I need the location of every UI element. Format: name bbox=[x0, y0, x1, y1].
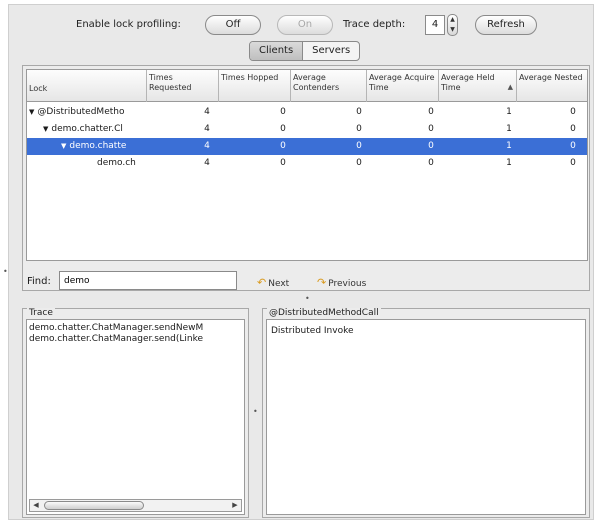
lock-table-panel: Lock Times Requested Times Hopped Averag… bbox=[22, 65, 590, 303]
vertical-splitter-handle-icon[interactable]: • bbox=[253, 407, 258, 416]
lock-cell: ▼ demo.chatte bbox=[61, 138, 147, 155]
avg-held-cell: 1 bbox=[506, 141, 512, 151]
avg-held-cell: 1 bbox=[506, 107, 512, 117]
times-requested-cell: 4 bbox=[204, 158, 210, 168]
table-row[interactable]: ▼ demo.chatter.Cl 4 0 0 0 1 0 bbox=[27, 121, 587, 138]
avg-contenders-cell: 0 bbox=[356, 107, 362, 117]
avg-acquire-cell: 0 bbox=[428, 158, 434, 168]
column-header-times-requested[interactable]: Times Requested bbox=[147, 70, 219, 102]
detail-pane: @DistributedMethodCall Distributed Invok… bbox=[262, 308, 590, 518]
times-hopped-cell: 0 bbox=[280, 158, 286, 168]
avg-acquire-cell: 0 bbox=[428, 141, 434, 151]
tab-servers[interactable]: Servers bbox=[302, 42, 359, 60]
detail-text-area[interactable]: Distributed Invoke bbox=[266, 319, 586, 515]
avg-held-cell: 1 bbox=[506, 124, 512, 134]
previous-button[interactable]: ↷ Previous bbox=[317, 276, 366, 289]
lock-cell: ▼ @DistributedMetho bbox=[29, 104, 147, 121]
scrollbar-thumb[interactable] bbox=[44, 501, 144, 510]
avg-nested-cell: 0 bbox=[570, 124, 576, 134]
off-button[interactable]: Off bbox=[205, 15, 261, 35]
left-splitter-handle-icon[interactable]: • bbox=[3, 267, 8, 276]
trace-depth-label: Trace depth: bbox=[343, 19, 406, 30]
times-requested-cell: 4 bbox=[204, 124, 210, 134]
horizontal-splitter-handle-icon[interactable]: • bbox=[305, 294, 310, 303]
detail-pane-title: @DistributedMethodCall bbox=[267, 308, 381, 318]
trace-depth-field[interactable]: 4 bbox=[425, 15, 445, 35]
avg-nested-cell: 0 bbox=[570, 158, 576, 168]
avg-nested-cell: 0 bbox=[570, 107, 576, 117]
trace-line[interactable]: demo.chatter.ChatManager.send(Linke bbox=[27, 334, 244, 345]
table-row-selected[interactable]: ▼ demo.chatte 4 0 0 0 1 0 bbox=[27, 138, 587, 155]
stepper-down-icon[interactable]: ▼ bbox=[448, 25, 457, 35]
avg-acquire-cell: 0 bbox=[428, 124, 434, 134]
find-input[interactable] bbox=[59, 271, 237, 290]
on-button[interactable]: On bbox=[277, 15, 333, 35]
column-header-times-hopped[interactable]: Times Hopped bbox=[219, 70, 291, 102]
table-row[interactable]: ▼ @DistributedMetho 4 0 0 0 1 0 bbox=[27, 104, 587, 121]
table-header: Lock Times Requested Times Hopped Averag… bbox=[27, 70, 587, 102]
avg-contenders-cell: 0 bbox=[356, 124, 362, 134]
avg-contenders-cell: 0 bbox=[356, 141, 362, 151]
column-header-avg-nested[interactable]: Average Nested bbox=[517, 70, 587, 102]
avg-nested-cell: 0 bbox=[570, 141, 576, 151]
times-hopped-cell: 0 bbox=[280, 141, 286, 151]
column-header-lock[interactable]: Lock bbox=[27, 70, 147, 102]
times-hopped-cell: 0 bbox=[280, 107, 286, 117]
lock-profiling-label: Enable lock profiling: bbox=[76, 19, 181, 30]
column-header-avg-acquire-time[interactable]: Average Acquire Time bbox=[367, 70, 439, 102]
disclosure-expanded-icon[interactable]: ▼ bbox=[43, 121, 48, 138]
toolbar: Enable lock profiling: Off On Trace dept… bbox=[9, 13, 593, 37]
disclosure-expanded-icon[interactable]: ▼ bbox=[29, 104, 34, 121]
trace-line[interactable]: demo.chatter.ChatManager.sendNewM bbox=[27, 323, 244, 334]
times-requested-cell: 4 bbox=[204, 141, 210, 151]
avg-acquire-cell: 0 bbox=[428, 107, 434, 117]
stepper-up-icon[interactable]: ▲ bbox=[448, 15, 457, 25]
lock-table[interactable]: Lock Times Requested Times Hopped Averag… bbox=[26, 69, 588, 261]
avg-held-label: Average Held Time bbox=[441, 73, 495, 92]
detail-text: Distributed Invoke bbox=[271, 326, 354, 336]
table-row[interactable]: demo.ch 4 0 0 0 1 0 bbox=[27, 155, 587, 172]
times-requested-cell: 4 bbox=[204, 107, 210, 117]
disclosure-expanded-icon[interactable]: ▼ bbox=[61, 138, 66, 155]
client-server-tabs: Clients Servers bbox=[249, 41, 361, 61]
next-button[interactable]: ↶ Next bbox=[257, 276, 289, 289]
next-arrow-icon: ↶ bbox=[257, 276, 267, 289]
trace-pane-title: Trace bbox=[27, 308, 55, 318]
trace-pane: Trace demo.chatter.ChatManager.sendNewM … bbox=[22, 308, 249, 518]
lock-profiler-window: Enable lock profiling: Off On Trace dept… bbox=[3, 4, 594, 520]
scroll-left-icon[interactable]: ◀ bbox=[30, 500, 42, 511]
find-label: Find: bbox=[27, 276, 51, 287]
refresh-button[interactable]: Refresh bbox=[475, 15, 537, 35]
column-header-avg-held-time[interactable]: Average Held Time ▲ bbox=[439, 70, 517, 102]
scroll-right-icon[interactable]: ▶ bbox=[229, 500, 241, 511]
previous-arrow-icon: ↷ bbox=[317, 276, 327, 289]
avg-held-cell: 1 bbox=[506, 158, 512, 168]
lock-cell: ▼ demo.chatter.Cl bbox=[43, 121, 147, 138]
trace-depth-stepper[interactable]: ▲ ▼ bbox=[447, 14, 458, 36]
times-hopped-cell: 0 bbox=[280, 124, 286, 134]
sort-ascending-icon: ▲ bbox=[507, 83, 513, 91]
trace-list[interactable]: demo.chatter.ChatManager.sendNewM demo.c… bbox=[26, 319, 245, 515]
avg-contenders-cell: 0 bbox=[356, 158, 362, 168]
lock-cell: demo.ch bbox=[97, 158, 136, 168]
column-header-avg-contenders[interactable]: Average Contenders bbox=[291, 70, 367, 102]
horizontal-scrollbar[interactable]: ◀ ▶ bbox=[29, 499, 242, 512]
tab-clients[interactable]: Clients bbox=[250, 42, 303, 60]
